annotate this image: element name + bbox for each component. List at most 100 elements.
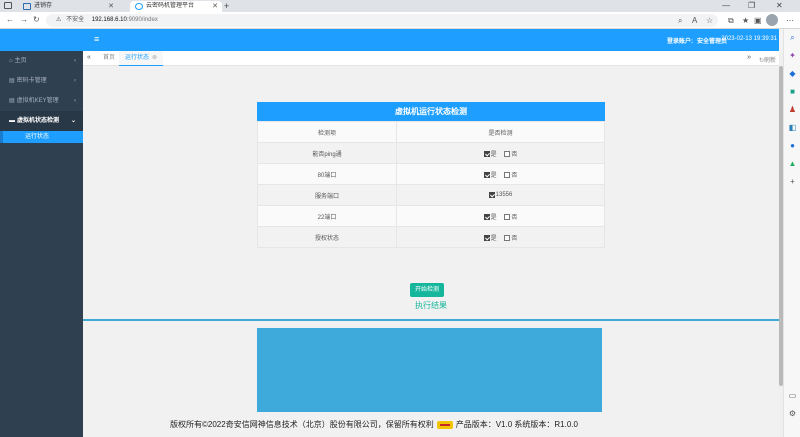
sidebar-item-label: 虚拟机状态检测 <box>17 118 60 124</box>
close-icon[interactable]: ✕ <box>108 1 114 12</box>
option-label: 否 <box>511 172 518 179</box>
status-table: 检测项 是否检测 能否ping通 是 否 80端口 是 否 服务端口 13556… <box>257 121 605 248</box>
close-icon[interactable]: ✕ <box>212 1 218 12</box>
profile-avatar[interactable] <box>766 14 778 26</box>
sidebar-item-label: 密码卡管理 <box>16 78 47 84</box>
port-option[interactable]: 13556 <box>488 191 513 199</box>
read-aloud-icon[interactable]: A <box>692 16 697 25</box>
tag-icon[interactable]: ◆ <box>788 69 797 78</box>
table-row: 服务端口 13556 <box>257 184 605 206</box>
column-header: 检测项 <box>257 121 397 143</box>
close-window-icon[interactable]: ✕ <box>776 0 783 11</box>
favorites-icon[interactable]: ★ <box>742 16 749 25</box>
login-label: 登录账户: <box>666 39 693 45</box>
browser-side-panel: ⌕ ✦ ◆ ■ ♟ ◧ ● ▲ + ▭ ⚙ <box>783 29 800 437</box>
home-icon: ⌂ <box>9 58 13 64</box>
app-header: ≡ 登录账户: 安全管理员 2023-02-13 19:39:31 <box>0 29 779 51</box>
gear-icon[interactable]: ⚙ <box>788 409 797 418</box>
double-chevron-left-icon[interactable]: « <box>87 54 91 61</box>
new-tab-icon[interactable]: + <box>224 0 229 12</box>
sidebar-item-card[interactable]: ▤ 密码卡管理 ‹ <box>0 71 83 91</box>
sidebar-item-vm-status[interactable]: ▬ 虚拟机状态检测 ⌄ <box>0 111 83 131</box>
url-input[interactable]: ⚠ 不安全 192.168.6.10:9090/index <box>46 14 718 27</box>
table-row: 80端口 是 否 <box>257 163 605 185</box>
no-option[interactable]: 否 <box>504 150 518 158</box>
chevron-down-icon: ⌄ <box>70 118 76 124</box>
yes-option[interactable]: 是 <box>483 150 497 158</box>
checkbox-checked[interactable] <box>483 150 490 157</box>
favorite-icon[interactable]: ☆ <box>706 16 713 25</box>
checkbox-checked[interactable] <box>483 171 490 178</box>
outlook-icon[interactable]: ● <box>788 141 797 150</box>
collections-icon[interactable]: ▣ <box>754 16 762 25</box>
check-options: 是 否 <box>396 163 605 185</box>
yes-option[interactable]: 是 <box>483 171 497 179</box>
browser-tab-active[interactable]: 云密码机管理平台 ✕ <box>130 1 222 12</box>
vendor-logo-icon <box>436 420 453 429</box>
forward-icon[interactable]: → <box>20 15 28 24</box>
option-label: 否 <box>511 235 518 242</box>
checkbox-unchecked[interactable] <box>504 213 511 220</box>
table-row: 授权状态 是 否 <box>257 226 605 248</box>
checkbox-unchecked[interactable] <box>504 150 511 157</box>
tab-run-status[interactable]: 运行状态 ⊗ <box>119 51 164 66</box>
panel-title: 虚拟机运行状态检测 <box>257 102 605 121</box>
back-icon[interactable]: ← <box>6 15 14 24</box>
no-option[interactable]: 否 <box>504 234 518 242</box>
card-icon: ▤ <box>9 78 15 84</box>
option-label: 否 <box>511 214 518 221</box>
no-option[interactable]: 否 <box>504 171 518 179</box>
minimize-icon[interactable]: — <box>722 0 730 11</box>
checkbox-checked[interactable] <box>483 234 490 241</box>
more-icon[interactable]: ⋯ <box>786 16 794 25</box>
datetime: 2023-02-13 19:39:31 <box>721 36 777 42</box>
table-row: 22端口 是 否 <box>257 205 605 227</box>
browser-tabstrip: 进销存 ✕ 云密码机管理平台 ✕ + — ❐ ✕ <box>0 0 800 12</box>
divider <box>83 319 779 321</box>
tab-actions-icon[interactable] <box>4 2 12 9</box>
reload-icon[interactable]: ↻ <box>33 15 40 24</box>
search-icon[interactable]: ⌕ <box>788 33 797 42</box>
add-icon[interactable]: + <box>788 177 797 186</box>
tree-icon[interactable]: ▲ <box>788 159 797 168</box>
double-chevron-right-icon[interactable]: » <box>747 54 751 61</box>
key-icon: ▤ <box>9 98 15 104</box>
tab-home[interactable]: 首页 <box>97 51 121 66</box>
checkbox-checked[interactable] <box>488 191 495 198</box>
column-header: 是否检测 <box>396 121 605 143</box>
search-icon[interactable]: ⌕ <box>678 16 682 26</box>
sidebar-toggle-icon[interactable]: ▭ <box>788 391 797 400</box>
tab-label: 运行状态 <box>125 55 150 61</box>
yes-option[interactable]: 是 <box>483 213 497 221</box>
main-content: 虚拟机运行状态检测 检测项 是否检测 能否ping通 是 否 80端口 是 否 … <box>83 66 779 437</box>
no-option[interactable]: 否 <box>504 213 518 221</box>
maximize-icon[interactable]: ❐ <box>748 0 755 11</box>
checkbox-unchecked[interactable] <box>504 171 511 178</box>
option-label: 是 <box>490 151 497 158</box>
menu-toggle-icon[interactable]: ≡ <box>94 34 99 44</box>
office-icon[interactable]: ◧ <box>788 123 797 132</box>
check-item-label: 能否ping通 <box>257 142 397 164</box>
refresh-button[interactable]: ↻刷新 <box>759 55 776 64</box>
close-icon[interactable]: ⊗ <box>152 55 157 61</box>
table-row: 能否ping通 是 否 <box>257 142 605 164</box>
browser-tab[interactable]: 进销存 ✕ <box>18 1 118 12</box>
refresh-label: 刷新 <box>763 58 776 64</box>
option-label: 否 <box>511 151 518 158</box>
sidebar-item-home[interactable]: ⌂ 主页 ‹ <box>0 51 83 71</box>
extensions-icon[interactable]: ⧉ <box>728 16 734 26</box>
browser-tab-label: 云密码机管理平台 <box>146 3 195 9</box>
sidebar-item-label: 虚拟机KEY管理 <box>16 98 59 104</box>
checkbox-checked[interactable] <box>483 213 490 220</box>
checkbox-unchecked[interactable] <box>504 234 511 241</box>
person-icon[interactable]: ♟ <box>788 105 797 114</box>
sidebar-subitem-run-status[interactable]: 运行状态 <box>0 131 83 143</box>
address-bar-row: ← → ↻ ⚠ 不安全 192.168.6.10:9090/index ⌕ A … <box>0 12 800 29</box>
sparkle-icon[interactable]: ✦ <box>788 51 797 60</box>
sidebar-item-vm-key[interactable]: ▤ 虚拟机KEY管理 ‹ <box>0 91 83 111</box>
briefcase-icon[interactable]: ■ <box>788 87 797 96</box>
warning-icon: ⚠ <box>56 17 62 23</box>
yes-option[interactable]: 是 <box>483 234 497 242</box>
port-value: 13556 <box>495 192 513 199</box>
start-check-button[interactable]: 开始检测 <box>410 283 444 297</box>
